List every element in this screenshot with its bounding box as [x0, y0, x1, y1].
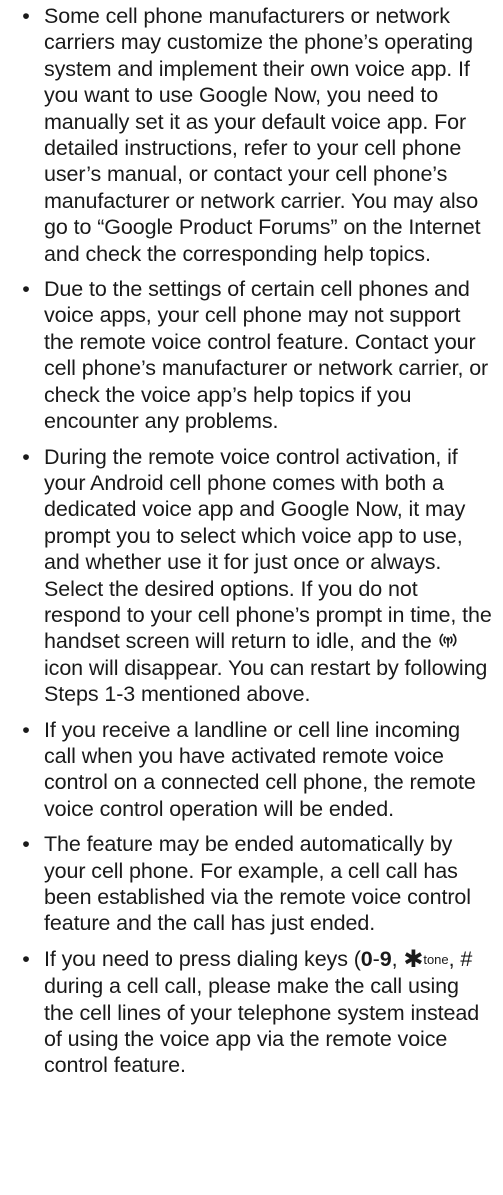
- notes-list: • Some cell phone manufacturers or netwo…: [14, 3, 493, 1079]
- bullet: •: [22, 717, 30, 742]
- key-dash: -: [372, 946, 380, 971]
- list-item: • Due to the settings of certain cell ph…: [14, 276, 493, 434]
- list-item: • If you need to press dialing keys (0-9…: [14, 946, 493, 1079]
- tone-label: tone: [423, 951, 449, 967]
- key-comma: ,: [391, 946, 398, 971]
- note-text-dialing-keys: If you need to press dialing keys (: [44, 946, 361, 971]
- bullet: •: [22, 4, 30, 28]
- note-text-activation-end: icon will disappear. You can restart by …: [44, 655, 488, 707]
- star-key-icon: ✱: [403, 945, 424, 973]
- list-item: • If you receive a landline or cell line…: [14, 717, 493, 823]
- key-9: 9: [379, 946, 392, 971]
- bullet: •: [22, 832, 30, 857]
- note-text-activation: During the remote voice control activati…: [44, 444, 492, 654]
- page: • Some cell phone manufacturers or netwo…: [0, 0, 503, 1195]
- hash-key: #: [460, 946, 473, 971]
- key-comma: ,: [448, 946, 455, 971]
- note-text-manufacturers: Some cell phone manufacturers or network…: [44, 4, 481, 266]
- note-text-auto-ended: The feature may be ended automatically b…: [44, 832, 471, 936]
- wireless-signal-icon: [438, 630, 458, 650]
- note-text-compatibility: Due to the settings of certain cell phon…: [44, 277, 489, 434]
- list-item: • During the remote voice control activa…: [14, 444, 493, 708]
- note-text-dialing-keys-end: during a cell call, please make the call…: [44, 974, 480, 1078]
- bullet: •: [22, 946, 30, 971]
- list-item: • The feature may be ended automatically…: [14, 831, 493, 937]
- bullet: •: [22, 277, 30, 302]
- note-text-incoming-call: If you receive a landline or cell line i…: [44, 717, 476, 821]
- key-0: 0: [360, 946, 373, 971]
- bullet: •: [22, 444, 30, 469]
- list-item: • Some cell phone manufacturers or netwo…: [14, 3, 493, 267]
